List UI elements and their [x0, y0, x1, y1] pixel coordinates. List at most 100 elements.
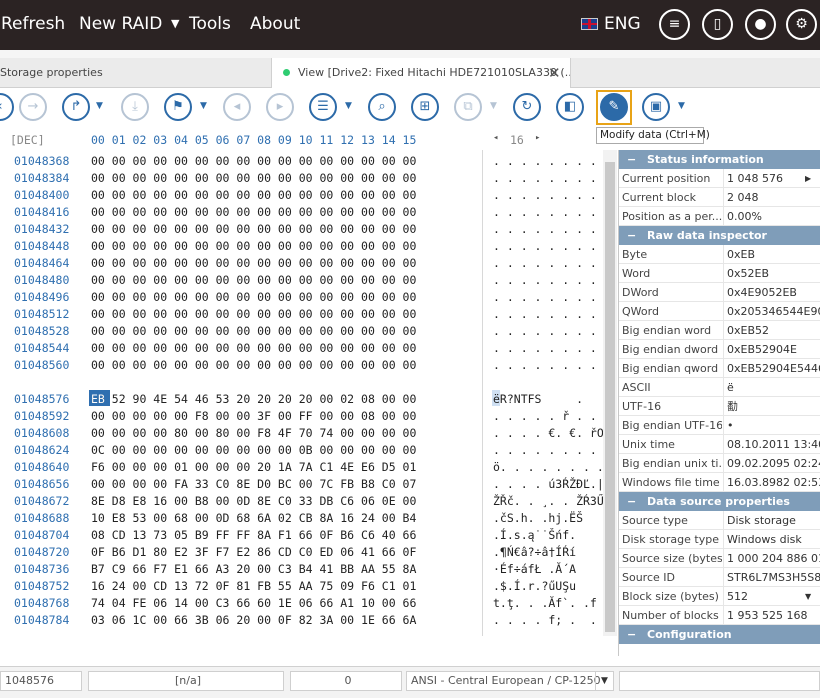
row-ascii[interactable]: ·Éf÷áfŁ .Ă´A: [493, 562, 576, 576]
row-ascii[interactable]: . . . . . . . . . . . . . . . .: [493, 239, 618, 253]
row-hex[interactable]: 00 00 00 00 00 00 00 00 00 00 00 00 00 0…: [91, 256, 416, 270]
row-ascii[interactable]: . . . . . . . . . . . . . . . .: [493, 290, 618, 304]
new-raid-dropdown-icon[interactable]: ▼: [171, 17, 179, 30]
row-hex[interactable]: 10 E8 53 00 68 00 0D 68 6A 02 CB 8A 16 2…: [91, 511, 416, 525]
refresh-icon[interactable]: ↻: [513, 93, 541, 121]
about-menu[interactable]: About: [250, 14, 300, 34]
raw-data-inspector-header[interactable]: − Raw data inspector: [619, 226, 820, 245]
configuration-header[interactable]: − Configuration: [619, 625, 820, 644]
row-hex[interactable]: 74 04 FE 06 14 00 C3 66 60 1E 06 66 A1 1…: [91, 596, 416, 610]
row-ascii[interactable]: .$.Í.r.?űUŞu: [493, 579, 576, 593]
goto-icon[interactable]: ↱: [62, 93, 90, 121]
row-ascii[interactable]: . . . . . . . . . . . . . .: [493, 443, 618, 457]
row-hex[interactable]: 00 00 00 00 00 00 00 00 00 00 00 00 00 0…: [91, 154, 416, 168]
row-ascii[interactable]: . . . . . . . . . . . . . . . .: [493, 256, 618, 270]
search-icon[interactable]: ⌕: [368, 93, 396, 121]
row-ascii[interactable]: . . . . . . . . . . . . . . . .: [493, 358, 618, 372]
log-icon[interactable]: ≡: [659, 9, 690, 40]
modify-data-button[interactable]: ✎: [596, 90, 632, 125]
list-dropdown-icon[interactable]: ▼: [345, 101, 352, 111]
bookmark-dropdown-icon[interactable]: ▼: [200, 101, 207, 111]
row-hex[interactable]: 00 00 00 00 00 00 00 00 00 00 00 00 00 0…: [91, 239, 416, 253]
row-ascii[interactable]: .¶Ń€â?÷â†ÍŔí: [493, 545, 576, 559]
grid-icon[interactable]: ⊞: [411, 93, 439, 121]
row-ascii[interactable]: ëR?NTFS .: [493, 392, 583, 406]
row-hex[interactable]: 00 00 00 00 00 00 00 00 00 00 00 00 00 0…: [91, 290, 416, 304]
list-icon[interactable]: ☰: [309, 93, 337, 121]
row-ascii[interactable]: . . . . ú3ŔŽĐĽ.|: [493, 477, 604, 491]
row-ascii[interactable]: . . . . . . . . . . . . . . . .: [493, 324, 618, 338]
tab-view-drive[interactable]: View [Drive2: Fixed Hitachi HDE721010SLA…: [271, 58, 571, 88]
copy-dropdown-icon[interactable]: ▼: [490, 101, 497, 111]
language-selector[interactable]: ENG: [604, 14, 641, 34]
status-information-header[interactable]: − Status information: [619, 150, 820, 169]
row-ascii[interactable]: . . . . . . . . . . . . . . . .: [493, 205, 618, 219]
row-hex[interactable]: 00 00 00 00 00 00 00 00 00 00 00 00 00 0…: [91, 188, 416, 202]
row-ascii[interactable]: . . . . f; . . ‚:: [493, 613, 618, 627]
settings-gear-icon[interactable]: ⚙: [786, 9, 817, 40]
row-hex[interactable]: 00 00 00 00 00 00 00 00 00 00 00 00 00 0…: [91, 307, 416, 321]
row-hex[interactable]: EB 52 90 4E 54 46 53 20 20 20 20 00 02 0…: [91, 392, 416, 406]
prev-bookmark-icon[interactable]: ◂: [223, 93, 251, 121]
row-ascii[interactable]: ŽŘč. . ¸. . ŽŔ3Ű: [493, 494, 604, 508]
split-view-icon[interactable]: ◧: [556, 93, 584, 121]
tab-storage-properties[interactable]: Storage properties: [0, 58, 268, 88]
goto-dropdown-icon[interactable]: ▼: [96, 101, 103, 111]
row-hex[interactable]: 0F B6 D1 80 E2 3F F7 E2 86 CD C0 ED 06 4…: [91, 545, 416, 559]
row-hex[interactable]: 00 00 00 00 00 F8 00 00 3F 00 FF 00 00 0…: [91, 409, 416, 423]
row-ascii[interactable]: . . . . . . . . . . . . . . . .: [493, 273, 618, 287]
row-hex[interactable]: 0C 00 00 00 00 00 00 00 00 00 0B 00 00 0…: [91, 443, 416, 457]
dropdown-arrow-icon[interactable]: ▼: [805, 587, 811, 605]
row-hex[interactable]: 00 00 00 00 00 00 00 00 00 00 00 00 00 0…: [91, 358, 416, 372]
chevron-down-icon[interactable]: ▼: [595, 672, 613, 690]
row-hex[interactable]: 00 00 00 00 FA 33 C0 8E D0 BC 00 7C FB B…: [91, 477, 416, 491]
save-dropdown-icon[interactable]: ▼: [678, 101, 685, 111]
refresh-menu[interactable]: Refresh: [1, 14, 65, 34]
selected-byte[interactable]: EB: [91, 392, 105, 406]
row-hex[interactable]: 00 00 00 00 00 00 00 00 00 00 00 00 00 0…: [91, 222, 416, 236]
download-icon[interactable]: ⤓: [121, 93, 149, 121]
row-ascii[interactable]: . . . . . . . . . . . . . . . .: [493, 341, 618, 355]
page-prev-icon[interactable]: ◂: [493, 133, 498, 143]
row-hex[interactable]: 00 00 00 00 80 00 80 00 F8 4F 70 74 00 0…: [91, 426, 416, 440]
panels-icon[interactable]: ▯: [702, 9, 733, 40]
bookmark-icon[interactable]: ⚑: [164, 93, 192, 121]
row-hex[interactable]: 08 CD 13 73 05 B9 FF FF 8A F1 66 0F B6 C…: [91, 528, 416, 542]
row-hex[interactable]: 8E D8 E8 16 00 B8 00 0D 8E C0 33 DB C6 0…: [91, 494, 416, 508]
row-hex[interactable]: 00 00 00 00 00 00 00 00 00 00 00 00 00 0…: [91, 171, 416, 185]
row-ascii[interactable]: . . . . . . . . . . . . . . . .: [493, 188, 618, 202]
tools-menu[interactable]: Tools: [189, 14, 231, 34]
scrollbar-thumb[interactable]: [605, 162, 615, 632]
row-hex[interactable]: 03 06 1C 00 66 3B 06 20 00 0F 82 3A 00 1…: [91, 613, 416, 627]
row-ascii[interactable]: ö. . . . . . . . . zÁ: [493, 460, 618, 474]
row-ascii[interactable]: . . . . . . . . . . . . . . . .: [493, 307, 618, 321]
row-ascii[interactable]: .čS.h. .hj.ËŠ: [493, 511, 583, 525]
row-ascii[interactable]: . . . . €. €. řOpt: [493, 426, 618, 440]
row-ascii[interactable]: . . . . . . . . . . . . . . . .: [493, 154, 618, 168]
row-hex[interactable]: 00 00 00 00 00 00 00 00 00 00 00 00 00 0…: [91, 324, 416, 338]
hex-view[interactable]: 01048368 00 00 00 00 00 00 00 00 00 00 00…: [0, 150, 618, 636]
expand-arrow-icon[interactable]: ▶: [805, 169, 811, 187]
row-hex[interactable]: 00 00 00 00 00 00 00 00 00 00 00 00 00 0…: [91, 273, 416, 287]
row-ascii[interactable]: . . . . . ř . . ? . .: [493, 409, 618, 423]
data-source-properties-header[interactable]: − Data source properties: [619, 492, 820, 511]
row-ascii[interactable]: .Í.s.ą˙˙Šńf.: [493, 528, 576, 542]
row-hex[interactable]: 00 00 00 00 00 00 00 00 00 00 00 00 00 0…: [91, 341, 416, 355]
row-hex[interactable]: 16 24 00 CD 13 72 0F 81 FB 55 AA 75 09 F…: [91, 579, 416, 593]
back-icon[interactable]: ‹: [0, 93, 14, 121]
row-hex[interactable]: 00 00 00 00 00 00 00 00 00 00 00 00 00 0…: [91, 205, 416, 219]
close-tab-icon[interactable]: ✕: [548, 58, 561, 88]
save-icon[interactable]: ▣: [642, 93, 670, 121]
row-ascii[interactable]: . . . . . . . . . . . . . . . .: [493, 222, 618, 236]
user-icon[interactable]: ●: [745, 9, 776, 40]
row-ascii[interactable]: t.ţ. . .Ăf`. .f: [493, 596, 597, 610]
forward-icon[interactable]: →: [19, 93, 47, 121]
row-hex[interactable]: B7 C9 66 F7 E1 66 A3 20 00 C3 B4 41 BB A…: [91, 562, 416, 576]
page-next-icon[interactable]: ▸: [535, 133, 540, 143]
next-bookmark-icon[interactable]: ▸: [266, 93, 294, 121]
row-hex[interactable]: F6 00 00 00 01 00 00 00 20 1A 7A C1 4E E…: [91, 460, 416, 474]
encoding-select[interactable]: ANSI - Central European / CP-1250 ▼: [406, 671, 614, 691]
row-ascii[interactable]: . . . . . . . . . . . . . . . .: [493, 171, 618, 185]
copy-icon[interactable]: ⧉: [454, 93, 482, 121]
new-raid-menu[interactable]: New RAID: [79, 14, 162, 34]
